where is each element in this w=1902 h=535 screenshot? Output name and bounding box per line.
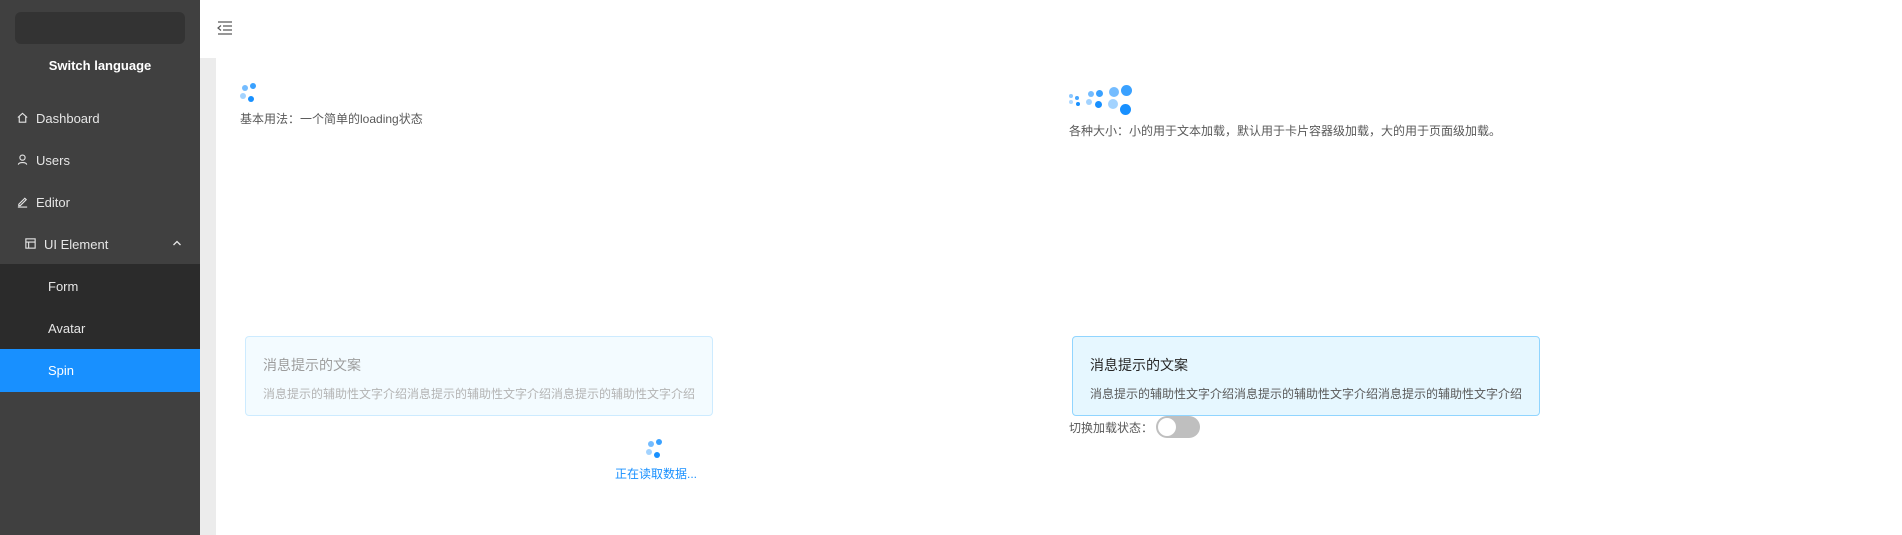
sidebar-item-label: Dashboard (36, 110, 100, 126)
alert-loading-container: 消息提示的文案 消息提示的辅助性文字介绍消息提示的辅助性文字介绍消息提示的辅助性… (245, 336, 713, 416)
spin-dot (1069, 94, 1073, 98)
sizes-caption: 各种大小：小的用于文本加载，默认用于卡片容器级加载，大的用于页面级加载。 (1069, 124, 1502, 138)
user-icon (16, 153, 30, 167)
spin-dot (1109, 87, 1119, 97)
header (200, 0, 1902, 58)
sidebar-item-label: Users (36, 152, 70, 168)
sidebar-item-ui-element[interactable]: UI Element (0, 223, 200, 265)
sidebar-item-label: UI Element (44, 236, 109, 252)
alert-description: 消息提示的辅助性文字介绍消息提示的辅助性文字介绍消息提示的辅助性文字介绍 (263, 387, 696, 401)
content-gutter (200, 58, 216, 535)
spin-dot (648, 441, 654, 447)
main-content: 基本用法：一个简单的loading状态 各种大小：小的用于文本加载，默认用于卡片… (216, 58, 1902, 535)
spin-dot (1086, 99, 1092, 105)
sidebar-item-editor[interactable]: Editor (0, 181, 200, 223)
spin-dot (1075, 96, 1079, 100)
spin-dot (1069, 100, 1073, 104)
sidebar-subitem-spin[interactable]: Spin (0, 349, 200, 392)
spin-dot (250, 83, 256, 89)
spin-dot (646, 449, 652, 455)
spin-dot (1108, 99, 1118, 109)
spin-dot (1076, 102, 1080, 106)
alert-box: 消息提示的文案 消息提示的辅助性文字介绍消息提示的辅助性文字介绍消息提示的辅助性… (1072, 336, 1540, 416)
spin-dot (248, 96, 254, 102)
home-icon (16, 111, 30, 125)
spin-dot (654, 452, 660, 458)
sidebar-item-users[interactable]: Users (0, 139, 200, 181)
chevron-up-icon (173, 240, 181, 246)
switch-language-link[interactable]: Switch language (0, 58, 200, 73)
spin-dot (1088, 91, 1094, 97)
alert-description: 消息提示的辅助性文字介绍消息提示的辅助性文字介绍消息提示的辅助性文字介绍 (1090, 387, 1523, 401)
spin-dot (242, 85, 248, 91)
alert-title: 消息提示的文案 (1090, 357, 1188, 373)
alert-title: 消息提示的文案 (263, 357, 361, 373)
spin-dot (1096, 90, 1103, 97)
layout-icon (24, 237, 38, 251)
spin-dot (1120, 104, 1131, 115)
sidebar-item-dashboard[interactable]: Dashboard (0, 97, 200, 139)
sidebar: Switch language Dashboard Users Editor U… (0, 0, 200, 535)
logo (15, 12, 185, 44)
spin-dot (1095, 101, 1102, 108)
spin-dot (656, 439, 662, 445)
menu-fold-icon[interactable] (216, 20, 234, 36)
spin-dot (240, 93, 246, 99)
toggle-label: 切换加载状态： (1069, 421, 1154, 435)
toggle-knob (1158, 418, 1176, 436)
edit-icon (16, 195, 30, 209)
loading-toggle-switch[interactable] (1156, 416, 1200, 438)
basic-caption: 基本用法：一个简单的loading状态 (240, 112, 423, 126)
loading-tip: 正在读取数据... (615, 467, 698, 481)
sidebar-subitem-avatar[interactable]: Avatar (0, 307, 200, 349)
spin-dot (1121, 85, 1132, 96)
sidebar-item-label: Editor (36, 194, 70, 210)
sidebar-subitem-form[interactable]: Form (0, 265, 200, 307)
